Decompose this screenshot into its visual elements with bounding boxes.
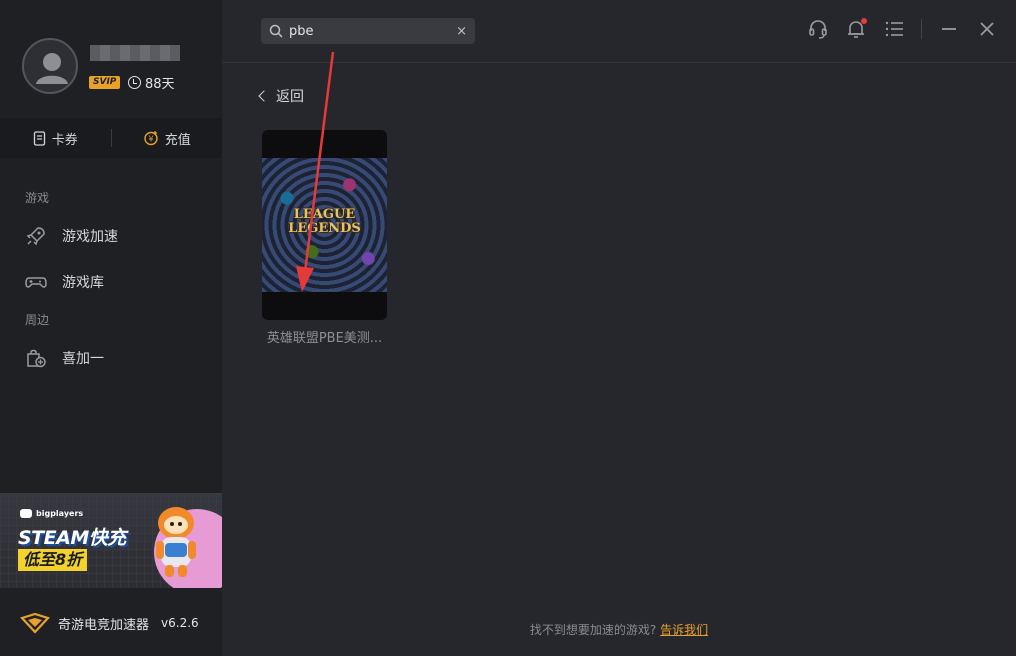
unread-dot	[861, 18, 867, 24]
gamepad-icon	[25, 277, 47, 288]
profile-panel: SVIP 88天	[0, 0, 222, 118]
coupon-icon	[33, 130, 45, 146]
game-card[interactable]: LEAGUE LEGENDS	[262, 130, 387, 320]
search-icon	[269, 24, 283, 38]
wallet-bar: 卡券 ¥ 充值	[0, 118, 222, 158]
recharge-label: 充值	[164, 132, 191, 148]
customer-service-button[interactable]	[807, 18, 829, 40]
topbar-divider	[921, 19, 922, 39]
minimize-button[interactable]	[938, 18, 960, 40]
gamepad-logo-icon	[20, 509, 32, 518]
clock-icon	[128, 76, 141, 89]
recharge-button[interactable]: ¥ 充值	[112, 129, 223, 148]
bag-plus-icon	[27, 349, 46, 368]
days-text: 88天	[145, 77, 175, 92]
close-icon	[980, 22, 994, 36]
banner-promo: 低至8折	[18, 549, 88, 571]
steam-recharge-banner[interactable]: bigplayers STEAM快充 低至8折	[0, 493, 222, 588]
clear-search-icon[interactable]: ×	[456, 24, 467, 39]
search-box[interactable]: ×	[261, 18, 475, 44]
back-button[interactable]: 返回	[258, 86, 304, 106]
nav-label: 游戏库	[62, 275, 104, 291]
window-controls	[807, 18, 998, 40]
list-menu-icon	[885, 21, 903, 37]
svip-badge: SVIP	[89, 76, 121, 89]
menu-button[interactable]	[883, 18, 905, 40]
sidebar: SVIP 88天 卡券 ¥ 充值 游戏 游戏加速 游戏库 周边 喜加一 bigp…	[0, 0, 222, 656]
search-input[interactable]	[289, 23, 451, 39]
banner-brand: bigplayers	[20, 509, 83, 518]
main-panel: ×	[222, 0, 1016, 656]
user-icon	[36, 53, 68, 84]
coin-plus-icon: ¥	[144, 131, 158, 146]
banner-headline: STEAM快充	[18, 527, 126, 549]
nav-game-library[interactable]: 游戏库	[0, 264, 222, 300]
nav-label: 喜加一	[62, 351, 104, 367]
coupon-label: 卡券	[51, 132, 78, 148]
qiyou-logo-icon	[20, 612, 50, 634]
close-button[interactable]	[976, 18, 998, 40]
nav-label: 游戏加速	[62, 229, 118, 245]
nav-game-acceleration[interactable]: 游戏加速	[0, 218, 222, 254]
minimize-icon	[942, 28, 956, 30]
membership-days: 88天	[128, 73, 175, 92]
nav-free-games[interactable]: 喜加一	[0, 340, 222, 376]
game-cover-logo: LEAGUE LEGENDS	[288, 207, 361, 236]
app-brand: 奇游电竞加速器 v6.2.6	[0, 598, 222, 648]
back-label: 返回	[276, 89, 304, 105]
avatar[interactable]	[22, 38, 78, 94]
app-name: 奇游电竞加速器	[58, 617, 150, 633]
game-card-title[interactable]: 英雄联盟PBE美测...	[262, 327, 387, 346]
not-found-message: 找不到想要加速的游戏? 告诉我们	[222, 621, 1016, 638]
section-games: 游戏	[25, 191, 50, 205]
rocket-icon	[26, 227, 45, 246]
tell-us-link[interactable]: 告诉我们	[660, 623, 708, 637]
topbar: ×	[222, 0, 1016, 63]
username-blurred	[90, 45, 180, 61]
svg-text:¥: ¥	[148, 135, 153, 144]
mascot-illustration	[156, 507, 196, 577]
banner-brand-text: bigplayers	[36, 509, 84, 518]
section-around: 周边	[25, 313, 50, 327]
app-version: v6.2.6	[161, 616, 199, 630]
coupon-button[interactable]: 卡券	[0, 129, 111, 148]
notifications-button[interactable]	[845, 18, 867, 40]
not-found-text: 找不到想要加速的游戏?	[529, 623, 657, 637]
chevron-left-icon	[258, 90, 270, 102]
headset-icon	[809, 20, 827, 39]
